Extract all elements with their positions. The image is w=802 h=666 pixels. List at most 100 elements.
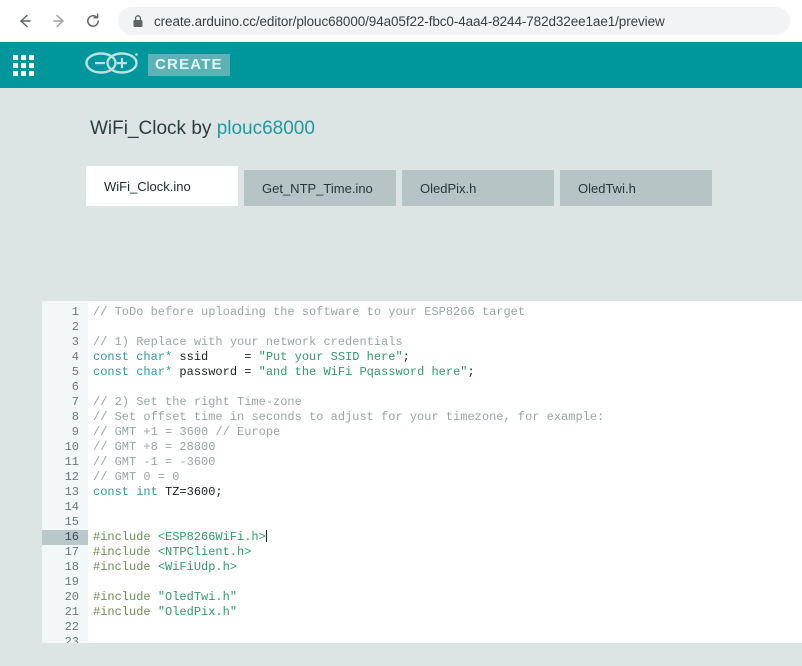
code-token: #include — [93, 590, 158, 604]
tab-label: Get_NTP_Time.ino — [262, 180, 373, 196]
line-number: 14 — [64, 500, 79, 514]
code-line[interactable]: // GMT 0 = 0 — [93, 470, 802, 485]
app-header: CREATE — [0, 42, 802, 88]
code-line[interactable]: // GMT +1 = 3600 // Europe — [93, 425, 802, 440]
code-line[interactable] — [93, 320, 802, 335]
tab-oledpix-h[interactable]: OledPix.h — [402, 170, 554, 206]
line-number: 3 — [71, 335, 79, 349]
code-token: const int — [93, 485, 158, 499]
apps-grid-dot — [12, 70, 18, 76]
by-label: by — [186, 118, 217, 139]
back-button[interactable] — [10, 6, 40, 36]
code-line[interactable] — [93, 380, 802, 395]
forward-button[interactable] — [44, 6, 74, 36]
code-line[interactable]: const char* ssid = "Put your SSID here"; — [93, 350, 802, 365]
code-token: ; — [467, 365, 475, 379]
code-line[interactable]: #include <ESP8266WiFi.h> — [93, 530, 802, 545]
line-number: 19 — [64, 575, 79, 589]
arrow-right-icon — [50, 12, 68, 30]
code-token: "and the WiFi Pqassword here" — [258, 365, 468, 379]
line-number: 12 — [64, 470, 79, 484]
page-body: WiFi_Clock by plouc68000 WiFi_Clock.ino … — [0, 88, 802, 666]
code-line[interactable] — [93, 515, 802, 530]
code-token: "OledTwi.h" — [157, 590, 238, 604]
line-number: 9 — [71, 425, 79, 439]
line-number: 1 — [71, 305, 79, 319]
apps-grid-dot — [28, 62, 34, 68]
code-token: "OledPix.h" — [157, 605, 238, 619]
code-token: // GMT +8 = 28800 — [93, 440, 216, 454]
line-number: 8 — [71, 410, 79, 424]
create-label: CREATE — [148, 54, 230, 76]
code-line[interactable]: #include "OledPix.h" — [93, 605, 802, 620]
code-line[interactable]: // ToDo before uploading the software to… — [93, 305, 802, 320]
reload-button[interactable] — [78, 6, 108, 36]
file-tabs: WiFi_Clock.ino Get_NTP_Time.ino OledPix.… — [86, 166, 802, 206]
code-token: <NTPClient.h> — [157, 545, 252, 559]
code-line[interactable]: const int TZ=3600; — [93, 485, 802, 500]
code-line[interactable]: // GMT +8 = 28800 — [93, 440, 802, 455]
line-number: 23 — [64, 635, 79, 643]
line-number: 7 — [71, 395, 79, 409]
code-token: password = — [172, 365, 259, 379]
code-token: "Put your SSID here" — [258, 350, 403, 364]
line-number: 4 — [71, 350, 79, 364]
lock-icon — [132, 14, 144, 28]
code-token: ; — [402, 350, 410, 364]
apps-grid-dot — [12, 62, 18, 68]
code-line[interactable]: #include "OledTwi.h" — [93, 590, 802, 605]
tab-get-ntp-time-ino[interactable]: Get_NTP_Time.ino — [244, 170, 396, 206]
code-line[interactable]: // 2) Set the right Time-zone — [93, 395, 802, 410]
apps-grid-dot — [20, 70, 26, 76]
line-number: 21 — [64, 605, 79, 619]
reload-icon — [84, 12, 102, 30]
line-number: 5 — [71, 365, 79, 379]
code-line[interactable] — [93, 635, 802, 643]
apps-grid-icon[interactable] — [10, 52, 36, 78]
line-number: 22 — [64, 620, 79, 634]
tab-label: WiFi_Clock.ino — [104, 178, 191, 194]
code-line[interactable]: #include <WiFiUdp.h> — [93, 560, 802, 575]
code-token: // GMT 0 = 0 — [93, 470, 180, 484]
author-link[interactable]: plouc68000 — [217, 118, 315, 139]
code-token: // GMT -1 = -3600 — [93, 455, 216, 469]
page-footer-strip — [0, 643, 802, 666]
line-number: 13 — [64, 485, 79, 499]
code-line[interactable] — [93, 500, 802, 515]
apps-grid-dot — [28, 70, 34, 76]
code-token: <WiFiUdp.h> — [157, 560, 238, 574]
brand-home-link[interactable]: CREATE — [84, 50, 230, 81]
arrow-left-icon — [16, 12, 34, 30]
tab-label: OledPix.h — [420, 180, 477, 196]
code-token: #include — [93, 560, 158, 574]
code-line[interactable] — [93, 575, 802, 590]
code-line[interactable]: #include <NTPClient.h> — [93, 545, 802, 560]
tab-oledtwi-h[interactable]: OledTwi.h — [560, 170, 712, 206]
code-line[interactable]: // GMT -1 = -3600 — [93, 455, 802, 470]
code-editor[interactable]: 1234567891011121314151617181920212223242… — [42, 301, 802, 643]
code-token: ssid = — [172, 350, 259, 364]
apps-grid-dot — [20, 54, 26, 60]
code-token: // ToDo before uploading the software to… — [93, 305, 526, 319]
apps-grid-dot — [28, 54, 34, 60]
apps-grid-dot — [12, 54, 18, 60]
code-content[interactable]: // ToDo before uploading the software to… — [88, 301, 802, 643]
code-line[interactable] — [93, 620, 802, 635]
code-token: #include — [93, 545, 158, 559]
address-bar[interactable]: create.arduino.cc/editor/plouc68000/94a0… — [118, 7, 790, 35]
line-number: 11 — [64, 455, 79, 469]
arduino-infinity-logo-icon — [84, 50, 140, 81]
line-number: 15 — [64, 515, 79, 529]
tab-label: OledTwi.h — [578, 180, 636, 196]
code-line[interactable]: const char* password = "and the WiFi Pqa… — [93, 365, 802, 380]
line-number: 10 — [64, 440, 79, 454]
code-line[interactable]: // 1) Replace with your network credenti… — [93, 335, 802, 350]
tab-wifi-clock-ino[interactable]: WiFi_Clock.ino — [86, 166, 238, 206]
code-token: const char — [93, 350, 166, 364]
code-token: TZ=3600; — [157, 485, 223, 499]
line-number-gutter: 1234567891011121314151617181920212223242… — [42, 301, 88, 643]
code-line[interactable]: // Set offset time in seconds to adjust … — [93, 410, 802, 425]
code-token: #include — [93, 605, 158, 619]
code-token: const char — [93, 365, 166, 379]
code-token: // 1) Replace with your network credenti… — [93, 335, 403, 349]
